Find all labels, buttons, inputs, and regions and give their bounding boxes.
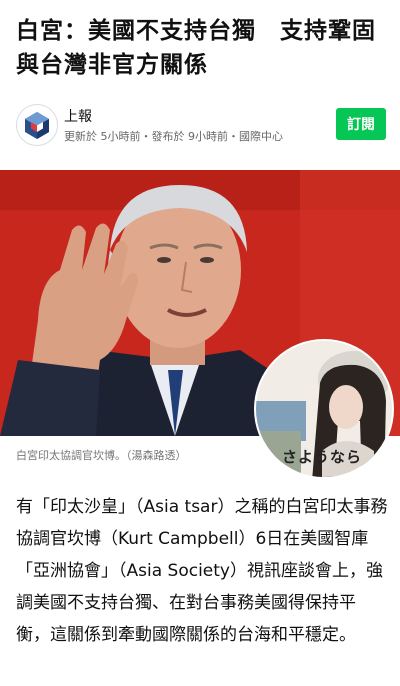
publisher-row: 上報 更新於 5小時前・發布於 9小時前・國際中心 訂閱 — [16, 104, 386, 148]
floating-avatar-overlay[interactable]: さようなら — [254, 339, 394, 479]
cube-logo-icon — [25, 112, 49, 139]
publish-meta: 更新於 5小時前・發布於 9小時前・國際中心 — [64, 130, 283, 143]
article-headline: 白宮：美國不支持台獨 支持鞏固 與台灣非官方關係 — [16, 18, 376, 78]
publisher-name[interactable]: 上報 — [64, 106, 92, 126]
publisher-logo-icon[interactable] — [16, 104, 58, 146]
overlay-caption: さようなら — [282, 448, 363, 466]
photo-caption: 白宮印太協調官坎博。（湯森路透） — [16, 449, 187, 462]
subscribe-button[interactable]: 訂閱 — [336, 108, 386, 140]
article-body: 有「印太沙皇」（Asia tsar）之稱的白宮印太事務協調官坎博（Kurt Ca… — [16, 497, 388, 645]
